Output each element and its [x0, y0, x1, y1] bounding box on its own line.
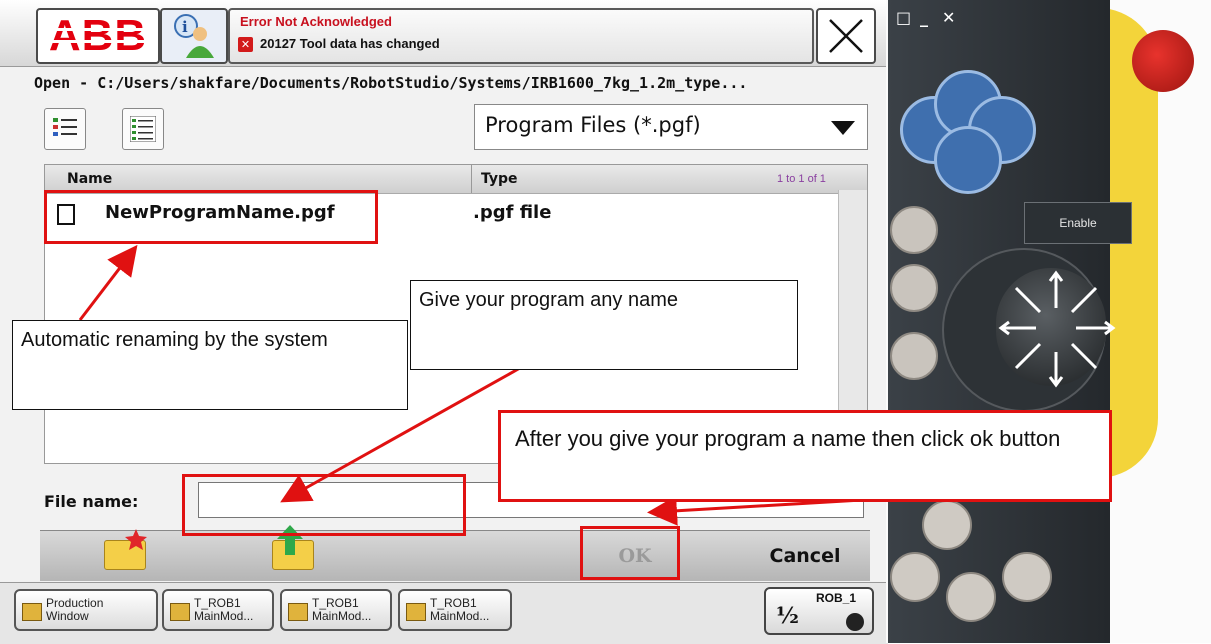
callout-give-name: Give your program any name: [410, 280, 798, 370]
callout-automatic-renaming: Automatic renaming by the system: [12, 320, 408, 410]
callout-click-ok: After you give your program a name then …: [498, 410, 1112, 502]
